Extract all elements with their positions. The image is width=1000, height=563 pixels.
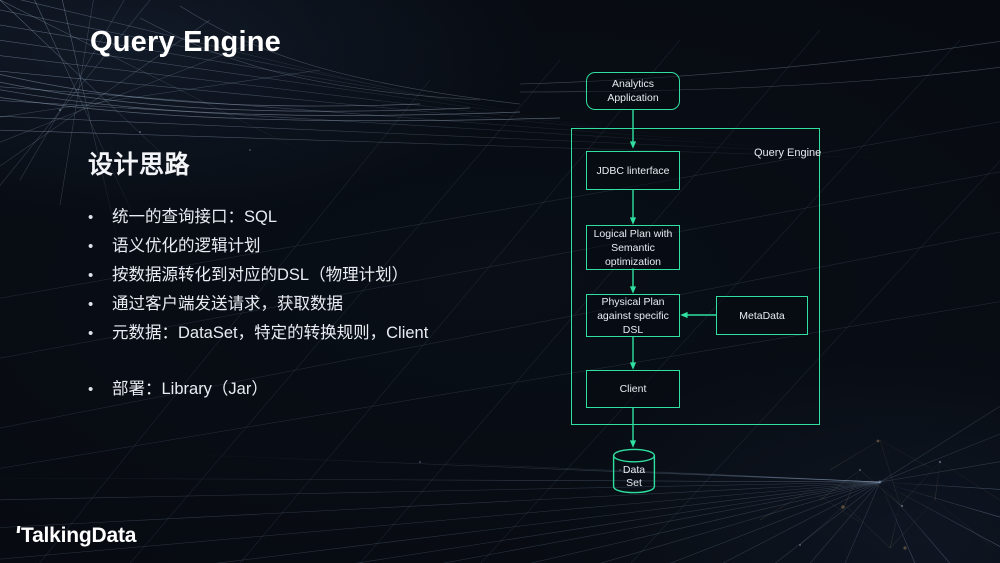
bullet-marker-icon: •: [88, 267, 94, 284]
list-item: • 统一的查询接口：SQL: [88, 203, 548, 232]
slide-canvas: Query Engine 设计思路 • 统一的查询接口：SQL • 语义优化的逻…: [0, 0, 1000, 563]
query-engine-flow-diagram: Query Engine Analytics Application JDBC …: [560, 55, 890, 510]
list-item-label: 元数据：DataSet，特定的转换规则，Client: [112, 324, 429, 342]
list-item: • 按数据源转化到对应的DSL（物理计划）: [88, 261, 548, 290]
node-data-set-label: Data Set: [622, 464, 646, 489]
node-analytics-application[interactable]: Analytics Application: [586, 72, 680, 110]
list-item-label: 语义优化的逻辑计划: [112, 237, 261, 255]
talkingdata-logo: TalkingData: [16, 524, 137, 548]
bullet-marker-icon: •: [88, 238, 94, 255]
node-client[interactable]: Client: [586, 370, 680, 408]
list-item-label: 通过客户端发送请求，获取数据: [112, 295, 343, 313]
node-metadata[interactable]: MetaData: [716, 296, 808, 335]
bullet-marker-icon: •: [88, 209, 94, 226]
node-logical-plan[interactable]: Logical Plan with Semantic optimization: [586, 225, 680, 270]
list-item: • 部署：Library（Jar）: [88, 375, 548, 404]
node-physical-plan[interactable]: Physical Plan against specific DSL: [586, 294, 680, 337]
list-item-label: 统一的查询接口：SQL: [112, 208, 278, 226]
bullet-marker-icon: •: [88, 296, 94, 313]
list-item: • 元数据：DataSet，特定的转换规则，Client: [88, 319, 548, 348]
section-heading: 设计思路: [88, 151, 191, 179]
list-item: • 通过客户端发送请求，获取数据: [88, 290, 548, 319]
logo-tick-icon: [16, 526, 21, 533]
list-item-label: 部署：Library（Jar）: [112, 380, 268, 398]
bullet-marker-icon: •: [88, 325, 94, 342]
bullet-marker-icon: •: [88, 381, 94, 398]
logo-text: TalkingData: [21, 524, 137, 547]
list-item: • 语义优化的逻辑计划: [88, 232, 548, 261]
page-title: Query Engine: [90, 26, 281, 58]
bullet-list: • 统一的查询接口：SQL • 语义优化的逻辑计划 • 按数据源转化到对应的DS…: [88, 203, 548, 404]
node-jdbc-interface[interactable]: JDBC linterface: [586, 151, 680, 190]
list-item-label: 按数据源转化到对应的DSL（物理计划）: [112, 266, 409, 284]
node-data-set[interactable]: Data Set: [612, 448, 656, 494]
query-engine-container-label: Query Engine: [754, 147, 822, 159]
